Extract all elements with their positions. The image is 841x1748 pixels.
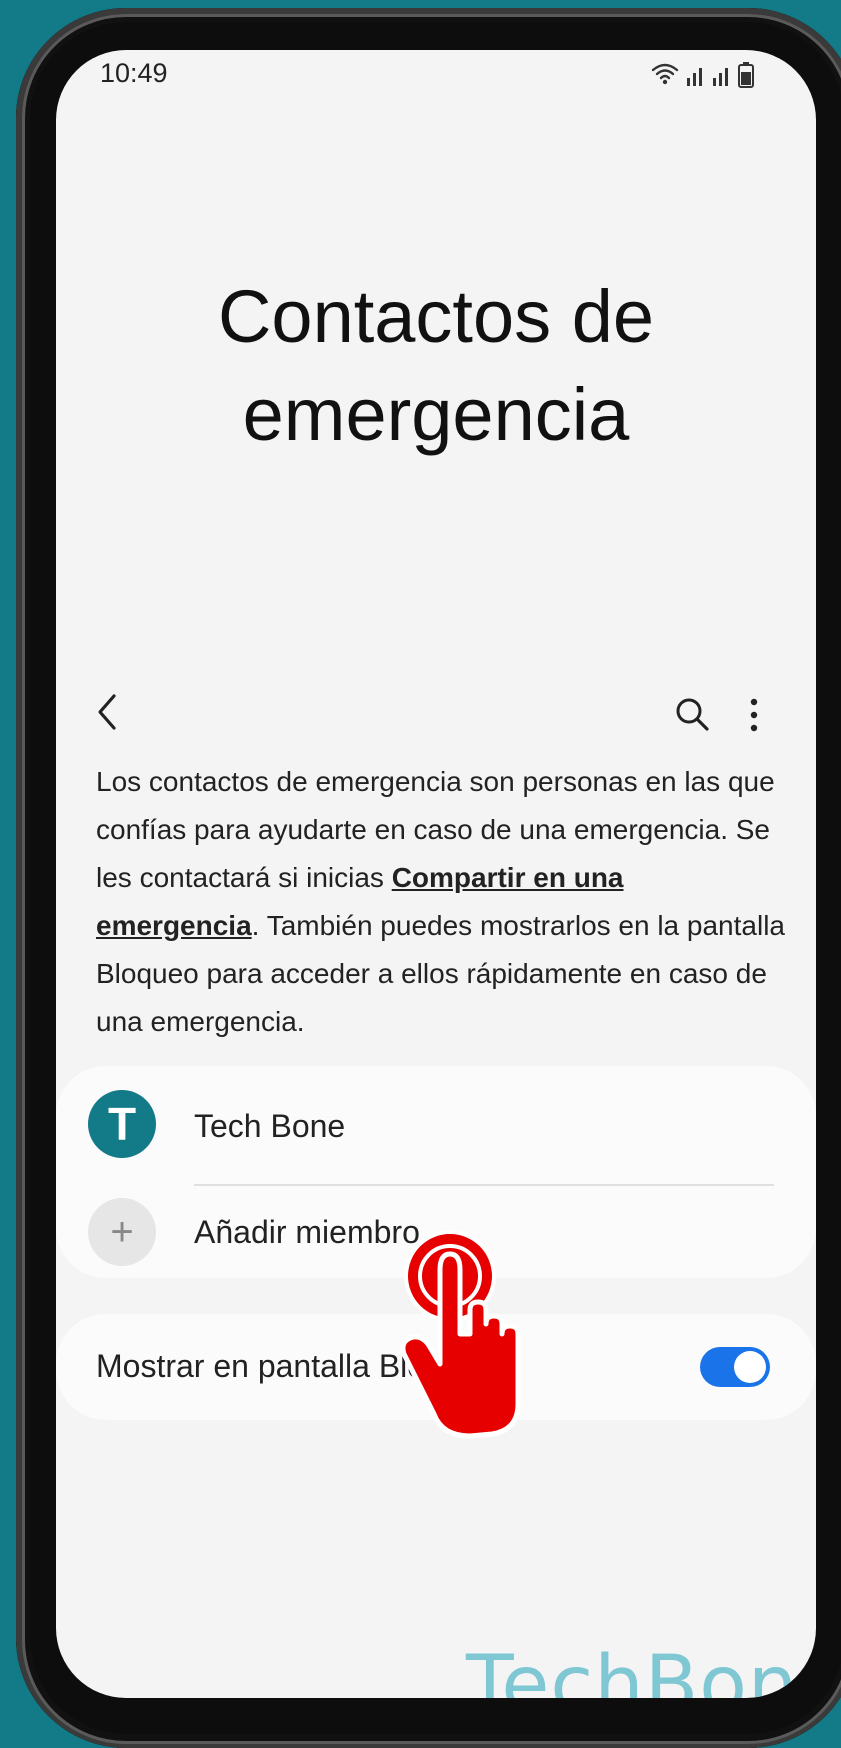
wifi-icon <box>651 63 679 80</box>
page-title-line1: Contactos de <box>217 275 655 358</box>
divider <box>194 1184 774 1186</box>
watermark: TechBone <box>466 1640 816 1698</box>
add-member-label: Añadir miembro <box>194 1214 420 1250</box>
search-icon[interactable] <box>672 694 712 734</box>
battery-icon <box>738 62 754 88</box>
more-vert-icon[interactable] <box>744 696 764 736</box>
status-time: 10:49 <box>100 58 168 88</box>
add-icon: + <box>88 1198 156 1266</box>
tap-hand-icon <box>400 1230 521 1439</box>
status-bar: 10:49 <box>56 50 816 110</box>
page-title-line2: emergencia <box>242 373 630 456</box>
toggle-knob <box>734 1351 766 1383</box>
signal-icon <box>687 68 702 86</box>
signal-icon <box>713 68 728 86</box>
phone-screen: 10:49 Contactos de emergencia Los contac… <box>56 50 816 1698</box>
status-icons <box>651 62 754 88</box>
lock-screen-toggle[interactable] <box>700 1347 770 1387</box>
page-title: Contactos de emergencia <box>56 268 816 464</box>
description-text: Los contactos de emergencia son personas… <box>96 758 786 1046</box>
avatar: T <box>88 1090 156 1158</box>
contact-name: Tech Bone <box>194 1108 346 1144</box>
back-arrow-icon[interactable] <box>92 692 124 732</box>
